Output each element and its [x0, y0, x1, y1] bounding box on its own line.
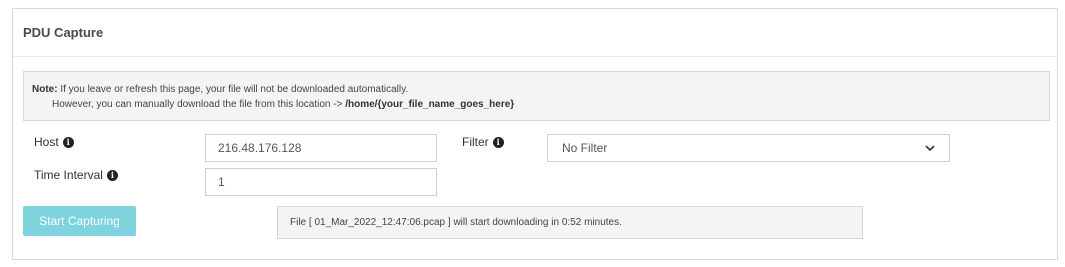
note-line1: If you leave or refresh this page, your …: [57, 84, 409, 95]
note-line2: However, you can manually download the f…: [32, 97, 1049, 112]
filter-select[interactable]: No Filter: [547, 134, 950, 162]
info-icon[interactable]: i: [492, 136, 504, 148]
filter-label-row: Filter i: [462, 135, 504, 149]
time-interval-label-row: Time Interval i: [34, 168, 118, 182]
host-label-row: Host i: [34, 135, 74, 149]
status-message-box: File [ 01_Mar_2022_12:47:06.pcap ] will …: [277, 206, 863, 239]
note-label: Note:: [32, 84, 58, 95]
panel-title: PDU Capture: [23, 25, 104, 40]
start-capturing-button[interactable]: Start Capturing: [23, 206, 136, 236]
host-input[interactable]: 216.48.176.128: [205, 134, 437, 162]
note-box: Note: If you leave or refresh this page,…: [23, 71, 1050, 121]
info-icon[interactable]: i: [62, 136, 74, 148]
note-path: /home/{your_file_name_goes_here}: [345, 99, 515, 110]
status-message: File [ 01_Mar_2022_12:47:06.pcap ] will …: [290, 217, 622, 228]
filter-label: Filter: [462, 135, 489, 149]
divider: [13, 56, 1057, 57]
info-icon[interactable]: i: [106, 169, 118, 181]
filter-selected-value: No Filter: [562, 141, 608, 155]
time-interval-label: Time Interval: [34, 168, 103, 182]
chevron-down-icon: [925, 145, 935, 151]
time-interval-input[interactable]: 1: [205, 168, 437, 196]
host-label: Host: [34, 135, 59, 149]
note-line2-prefix: However, you can manually download the f…: [52, 99, 346, 110]
